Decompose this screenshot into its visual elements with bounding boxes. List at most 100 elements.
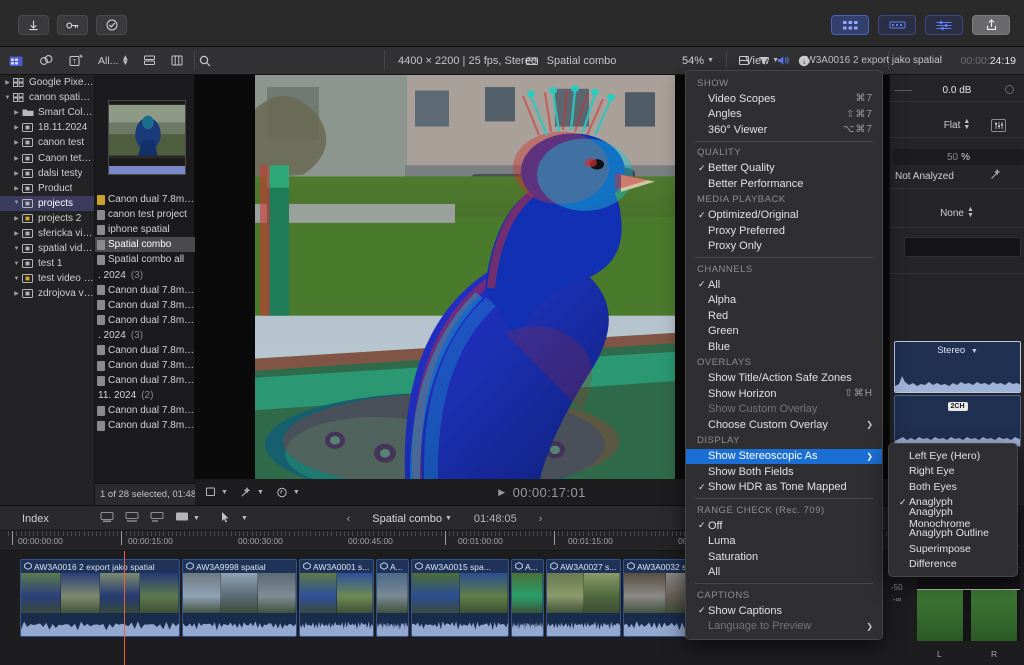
sidebar-item-sfericka-vide[interactable]: ▶sfericka vide... — [0, 226, 94, 241]
timeline-clip[interactable]: AW3A0016 2 export jako spatial — [20, 559, 180, 637]
menu-item-saturation[interactable]: Saturation — [686, 549, 882, 565]
browser-clip-row[interactable]: Canon dual 7.8mm C: — [95, 343, 195, 358]
equalizer-icon[interactable] — [991, 119, 1006, 132]
sidebar-item-canon-tet-f[interactable]: ▶Canon tet -F... — [0, 150, 94, 165]
submenu-item-both-eyes[interactable]: Both Eyes — [889, 479, 1017, 495]
keyword-button[interactable] — [57, 15, 88, 35]
audio-analysis-row[interactable]: Not Analyzed — [890, 169, 1024, 183]
audio-component-stereo[interactable]: Stereo ▼ — [894, 341, 1021, 393]
titles-generators-icon[interactable]: T — [66, 52, 86, 70]
sidebar-item-canon-test[interactable]: ▶canon test — [0, 135, 94, 150]
view-dropdown-menu[interactable]: SHOWVideo Scopes⌘7Angles⇧⌘7360° Viewer⌥⌘… — [685, 70, 883, 640]
browser-filmstrip-thumbnail[interactable] — [108, 100, 186, 175]
chevron-right-icon[interactable]: ▶ — [12, 185, 21, 192]
sidebar-item-product[interactable]: ▶Product — [0, 181, 94, 196]
effects-dropdown[interactable]: None ▲▼ — [940, 207, 974, 220]
menu-item-red[interactable]: Red — [686, 308, 882, 324]
sidebar-item-spatial-video[interactable]: ▼spatial video... — [0, 241, 94, 256]
browser-clip-row[interactable]: Canon dual 7.8mm El — [95, 192, 195, 207]
browser-clip-row[interactable]: Canon dual 7.8mm El — [95, 298, 195, 313]
show-stereoscopic-as-submenu[interactable]: Left Eye (Hero)Right EyeBoth Eyes✓Anagly… — [888, 443, 1018, 577]
sidebar-item-projects[interactable]: ▼projects — [0, 196, 94, 211]
chevron-down-icon[interactable]: ▼ — [3, 95, 12, 101]
browser-date-group[interactable]: . 2024(3) — [95, 328, 195, 343]
browser-clip-row[interactable]: Canon dual 7.8mm C: — [95, 418, 195, 433]
magic-wand-icon[interactable] — [990, 169, 1002, 183]
sidebar-item-projects-2[interactable]: ▶projects 2 — [0, 211, 94, 226]
chevron-down-icon[interactable]: ▼ — [12, 246, 21, 252]
import-media-button[interactable] — [18, 15, 49, 35]
chevron-right-icon[interactable]: ▶ — [12, 170, 21, 177]
menu-item-show-horizon[interactable]: Show Horizon⇧⌘H — [686, 386, 882, 402]
browser-date-group[interactable]: 11. 2024(2) — [95, 388, 195, 403]
browser-clip-row[interactable]: canon test project — [95, 207, 195, 222]
eq-dropdown[interactable]: Flat ▲▼ — [944, 119, 971, 132]
zoom-level-dropdown[interactable]: 54% ▼ — [682, 55, 714, 67]
browser-clip-list[interactable]: Canon dual 7.8mm Elcanon test projectiph… — [95, 192, 195, 505]
menu-item-off[interactable]: ✓Off — [686, 518, 882, 534]
chevron-right-icon[interactable]: ▶ — [12, 155, 21, 162]
menu-item-proxy-preferred[interactable]: Proxy Preferred — [686, 223, 882, 239]
browser-clip-row[interactable]: Spatial combo — [95, 237, 195, 252]
chevron-right-icon[interactable]: › — [539, 513, 543, 525]
menu-item-all[interactable]: ✓All — [686, 277, 882, 293]
chevron-right-icon[interactable]: ▶ — [12, 230, 21, 237]
filter-icon[interactable] — [754, 52, 774, 70]
sidebar-item-18-11-2024[interactable]: ▶18.11.2024 — [0, 120, 94, 135]
transform-icon[interactable]: ▼ — [205, 487, 228, 497]
menu-item-show-both-fields[interactable]: Show Both Fields — [686, 464, 882, 480]
effects-list-field[interactable] — [904, 237, 1021, 257]
chevron-right-icon[interactable]: ▶ — [3, 79, 12, 86]
chevron-down-icon[interactable]: ▼ — [12, 261, 21, 267]
chevron-left-icon[interactable]: ‹ — [347, 513, 351, 525]
menu-item-green[interactable]: Green — [686, 324, 882, 340]
share-button[interactable] — [972, 15, 1010, 35]
audio-config-dropdown[interactable]: Stereo ▼ — [895, 345, 1020, 356]
browser-clip-row[interactable]: Canon dual 7.8mm C: — [95, 403, 195, 418]
submenu-item-superimpose[interactable]: Superimpose — [889, 541, 1017, 557]
media-icon[interactable] — [36, 52, 56, 70]
sidebar-item-test-video-pr[interactable]: ▼test video pr... — [0, 271, 94, 286]
viewer-image-stage[interactable] — [255, 75, 675, 479]
sidebar-item-canon-spatial[interactable]: ▼canon spatial... — [0, 90, 94, 105]
timeline-clip[interactable]: AW3A0001 s... — [299, 559, 374, 637]
timeline-clip[interactable]: A... — [511, 559, 544, 637]
volume-icon[interactable] — [774, 52, 794, 70]
chevron-down-icon[interactable]: ▼ — [12, 200, 21, 206]
filmstrip-view-icon[interactable] — [167, 52, 187, 70]
retime-icon[interactable]: ▼ — [276, 487, 300, 498]
menu-item-blue[interactable]: Blue — [686, 339, 882, 355]
sidebar-item-dalsi-testy[interactable]: ▶dalsi testy — [0, 166, 94, 181]
chevron-right-icon[interactable]: ▶ — [12, 124, 21, 131]
menu-item-show-hdr-as-tone-mapped[interactable]: ✓Show HDR as Tone Mapped — [686, 480, 882, 496]
menu-item-show-stereoscopic-as[interactable]: Show Stereoscopic As❯ — [686, 449, 882, 465]
sidebar-item-test-1[interactable]: ▼test 1 — [0, 256, 94, 271]
browser-clip-row[interactable]: Spatial combo all — [95, 252, 195, 267]
timeline-clip[interactable]: AW3A0015 spa... — [411, 559, 509, 637]
timeline-clip[interactable]: AW3A0027 s... — [546, 559, 621, 637]
browser-clip-row[interactable]: Canon dual 7.8mm El — [95, 283, 195, 298]
submenu-item-anaglyph-monochrome[interactable]: Anaglyph Monochrome — [889, 510, 1017, 526]
enhance-icon[interactable]: ▼ — [240, 487, 264, 498]
libraries-sidebar[interactable]: ▶Google Pixel...▼canon spatial...▶Smart … — [0, 75, 95, 505]
browser-grid-icon[interactable] — [831, 15, 869, 35]
browser-clip-row[interactable]: iphone spatial — [95, 222, 195, 237]
browser-filter-dropdown[interactable]: All... ▲▼ — [98, 55, 129, 67]
crop-icon[interactable] — [734, 52, 754, 70]
browser-clip-row[interactable]: Canon dual 7.8mm C: — [95, 373, 195, 388]
menu-item-360-viewer[interactable]: 360° Viewer⌥⌘7 — [686, 122, 882, 138]
loudness-amount-field[interactable]: 50 % — [893, 149, 1024, 165]
menu-item-choose-custom-overlay[interactable]: Choose Custom Overlay❯ — [686, 417, 882, 433]
menu-item-luma[interactable]: Luma — [686, 534, 882, 550]
inspector-panel[interactable]: 0.0 dB Flat ▲▼ 50 % Not Analyzed — [889, 75, 1024, 505]
volume-reset-button[interactable] — [1005, 85, 1014, 94]
library-icon[interactable] — [6, 52, 26, 70]
menu-item-video-scopes[interactable]: Video Scopes⌘7 — [686, 91, 882, 107]
chevron-down-icon[interactable]: ▼ — [12, 276, 21, 282]
chevron-right-icon[interactable]: ▶ — [12, 215, 21, 222]
sidebar-item-google-pixel[interactable]: ▶Google Pixel... — [0, 75, 94, 90]
browser-clip-row[interactable]: Canon dual 7.8mm El — [95, 313, 195, 328]
timeline-icon[interactable] — [878, 15, 916, 35]
list-view-icon[interactable] — [139, 52, 159, 70]
submenu-item-anaglyph-outline[interactable]: Anaglyph Outline — [889, 526, 1017, 542]
